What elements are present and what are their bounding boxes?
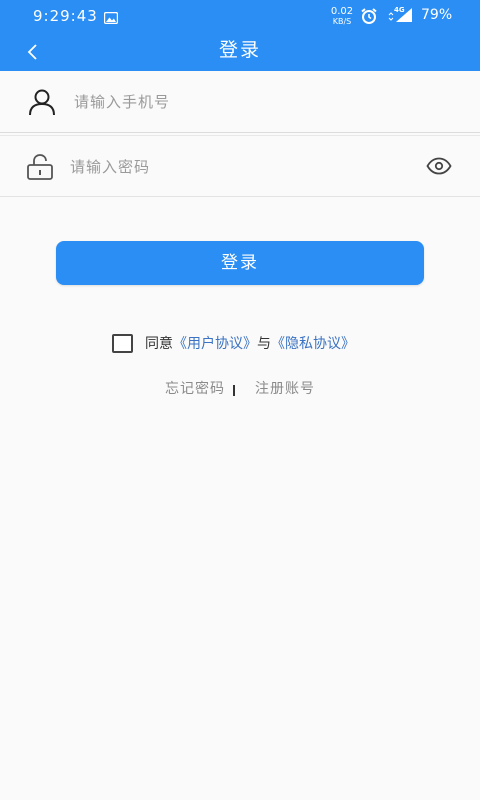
password-row [0, 135, 480, 197]
status-bar: 9:29:43 0.02 KB/S 4G 79% [0, 0, 480, 32]
agree-prefix: 同意 [145, 336, 173, 352]
user-icon [28, 88, 56, 120]
register-link[interactable]: 注册账号 [255, 378, 315, 398]
user-agreement-link[interactable]: 《用户协议》 [173, 333, 257, 353]
image-icon [103, 9, 119, 28]
status-time: 9:29:43 [33, 7, 98, 25]
agree-checkbox[interactable] [112, 333, 133, 353]
phone-input[interactable] [74, 85, 374, 119]
forgot-password-link[interactable]: 忘记密码 [165, 378, 225, 398]
network-speed: 0.02 KB/S [330, 6, 354, 26]
signal-icon: 4G [388, 6, 414, 24]
password-input[interactable] [70, 150, 370, 184]
agreement-row: 同意 《用户协议》 与 《隐私协议》 [112, 332, 355, 354]
network-speed-unit: KB/S [332, 17, 352, 26]
lock-icon [26, 153, 54, 185]
phone-row [0, 71, 480, 133]
chevron-left-icon [27, 44, 37, 60]
login-button[interactable]: 登录 [56, 241, 424, 285]
nav-bar: 登录 [0, 32, 480, 71]
privacy-policy-link[interactable]: 《隐私协议》 [271, 333, 355, 353]
network-speed-value: 0.02 [330, 6, 354, 17]
battery-level: 79% [421, 7, 453, 23]
agree-conjunction: 与 [257, 336, 271, 352]
bottom-links: 忘记密码 注册账号 [0, 378, 480, 398]
alarm-icon [360, 7, 378, 29]
back-button[interactable] [18, 37, 48, 67]
page-title: 登录 [218, 39, 261, 61]
link-divider [233, 384, 235, 396]
eye-icon[interactable] [426, 157, 452, 179]
